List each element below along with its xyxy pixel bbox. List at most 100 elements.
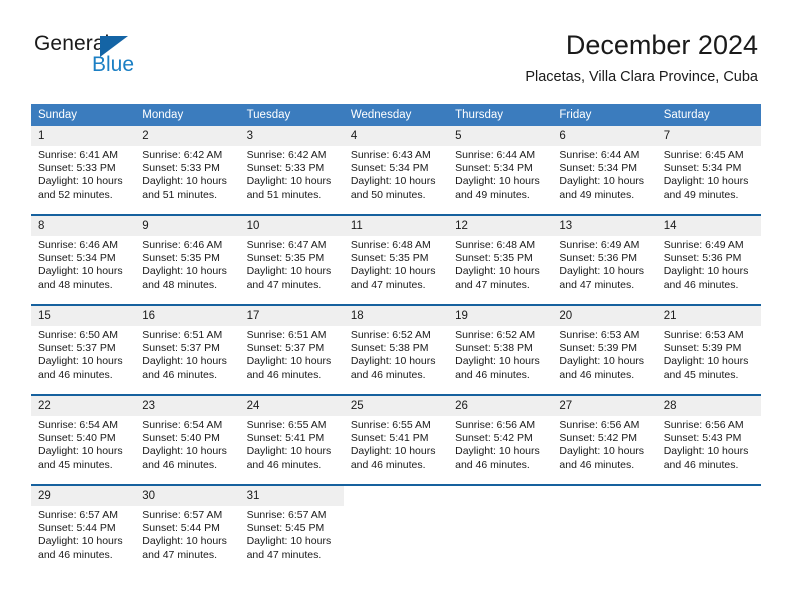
- day-number: 26: [448, 396, 553, 416]
- daylight-duration-line1: Daylight: 10 hours: [455, 355, 540, 368]
- calendar-week-row: 15 Sunrise: 6:50 AM Sunset: 5:37 PM Dayligh…: [31, 304, 761, 395]
- calendar-day-cell[interactable]: 5 Sunrise: 6:44 AM Sunset: 5:34 PM Daylight…: [448, 126, 553, 215]
- calendar-day-cell[interactable]: 2 Sunrise: 6:42 AM Sunset: 5:33 PM Daylight…: [135, 126, 240, 215]
- day-number: 14: [656, 216, 761, 236]
- day-details: Sunrise: 6:51 AM Sunset: 5:37 PM Daylight:…: [135, 326, 239, 382]
- calendar-day-cell[interactable]: 29 Sunrise: 6:57 AM Sunset: 5:44 PM Dayligh…: [31, 484, 136, 574]
- day-details: Sunrise: 6:51 AM Sunset: 5:37 PM Daylight:…: [240, 326, 344, 382]
- day-number: 13: [552, 216, 657, 236]
- calendar-day-cell[interactable]: 9 Sunrise: 6:46 AM Sunset: 5:35 PM Daylight…: [135, 214, 240, 305]
- calendar-day-cell[interactable]: 23 Sunrise: 6:54 AM Sunset: 5:40 PM Dayligh…: [135, 394, 240, 485]
- daylight-duration-line2: and 47 minutes.: [455, 278, 530, 291]
- daylight-duration-line1: Daylight: 10 hours: [559, 445, 645, 458]
- sunrise-time: Sunrise: 6:54 AM: [142, 419, 223, 431]
- calendar-day-cell[interactable]: 3 Sunrise: 6:42 AM Sunset: 5:33 PM Daylight…: [239, 126, 344, 215]
- day-cell-content: 18 Sunrise: 6:52 AM Sunset: 5:38 PM Dayligh…: [343, 306, 449, 394]
- calendar-day-cell[interactable]: 18 Sunrise: 6:52 AM Sunset: 5:38 PM Dayligh…: [343, 304, 449, 395]
- sunrise-time: Sunrise: 6:57 AM: [142, 509, 223, 521]
- general-blue-logo[interactable]: General Blue: [34, 33, 214, 83]
- day-number: 23: [135, 396, 240, 416]
- day-details: Sunrise: 6:48 AM Sunset: 5:35 PM Daylight:…: [448, 236, 552, 292]
- sunset-time: Sunset: 5:37 PM: [246, 342, 325, 355]
- weekday-header-row: Sunday Monday Tuesday Wednesday Thursday…: [31, 104, 761, 126]
- sunrise-time: Sunrise: 6:48 AM: [350, 239, 431, 251]
- calendar-day-cell[interactable]: 6 Sunrise: 6:44 AM Sunset: 5:34 PM Daylight…: [552, 126, 657, 215]
- sunset-time: Sunset: 5:39 PM: [663, 342, 742, 355]
- day-details: Sunrise: 6:42 AM Sunset: 5:33 PM Daylight:…: [135, 146, 239, 202]
- calendar-day-cell[interactable]: 31 Sunrise: 6:57 AM Sunset: 5:45 PM Dayligh…: [239, 484, 344, 574]
- sunset-time: Sunset: 5:44 PM: [142, 522, 220, 535]
- daylight-duration-line1: Daylight: 10 hours: [455, 175, 540, 188]
- day-number: 3: [239, 126, 344, 146]
- calendar-day-cell[interactable]: 26 Sunrise: 6:56 AM Sunset: 5:42 PM Dayligh…: [448, 394, 553, 485]
- day-cell-content: 2 Sunrise: 6:42 AM Sunset: 5:33 PM Daylight…: [135, 126, 240, 214]
- calendar-day-cell[interactable]: 4 Sunrise: 6:43 AM Sunset: 5:34 PM Daylight…: [343, 126, 449, 215]
- sunset-time: Sunset: 5:41 PM: [350, 432, 429, 445]
- calendar-day-cell[interactable]: 12 Sunrise: 6:48 AM Sunset: 5:35 PM Dayligh…: [448, 214, 553, 305]
- calendar-day-cell[interactable]: [448, 484, 553, 574]
- calendar-day-cell[interactable]: 10 Sunrise: 6:47 AM Sunset: 5:35 PM Dayligh…: [239, 214, 344, 305]
- calendar-day-cell[interactable]: 16 Sunrise: 6:51 AM Sunset: 5:37 PM Dayligh…: [135, 304, 240, 395]
- calendar-day-cell[interactable]: 15 Sunrise: 6:50 AM Sunset: 5:37 PM Dayligh…: [31, 304, 136, 395]
- calendar-week-row: 1 Sunrise: 6:41 AM Sunset: 5:33 PM Daylight…: [31, 126, 761, 215]
- day-details: Sunrise: 6:55 AM Sunset: 5:41 PM Daylight:…: [344, 416, 448, 472]
- daylight-duration-line2: and 46 minutes.: [38, 368, 113, 381]
- sunset-time: Sunset: 5:44 PM: [38, 522, 116, 535]
- day-details: Sunrise: 6:52 AM Sunset: 5:38 PM Daylight:…: [344, 326, 448, 382]
- daylight-duration-line2: and 45 minutes.: [38, 458, 113, 471]
- day-number: 4: [343, 126, 449, 146]
- daylight-duration-line2: and 46 minutes.: [455, 368, 530, 381]
- day-cell-content: 27 Sunrise: 6:56 AM Sunset: 5:42 PM Dayligh…: [552, 396, 657, 484]
- day-number: 16: [135, 306, 240, 326]
- weekday-header-thursday: Thursday: [448, 104, 553, 126]
- day-details: Sunrise: 6:46 AM Sunset: 5:34 PM Daylight:…: [31, 236, 135, 292]
- daylight-duration-line2: and 46 minutes.: [142, 458, 217, 471]
- calendar-day-cell[interactable]: 14 Sunrise: 6:49 AM Sunset: 5:36 PM Dayligh…: [656, 214, 761, 305]
- sunset-time: Sunset: 5:35 PM: [455, 252, 533, 265]
- daylight-duration-line2: and 47 minutes.: [246, 548, 322, 561]
- calendar-day-cell[interactable]: [343, 484, 449, 574]
- day-number: 27: [552, 396, 657, 416]
- calendar-day-cell[interactable]: 11 Sunrise: 6:48 AM Sunset: 5:35 PM Dayligh…: [343, 214, 449, 305]
- weekday-header-friday: Friday: [552, 104, 657, 126]
- day-number: 29: [31, 486, 136, 506]
- day-cell-content: 16 Sunrise: 6:51 AM Sunset: 5:37 PM Dayligh…: [135, 306, 240, 394]
- calendar-day-cell[interactable]: 20 Sunrise: 6:53 AM Sunset: 5:39 PM Dayligh…: [552, 304, 657, 395]
- day-details: Sunrise: 6:56 AM Sunset: 5:43 PM Daylight:…: [657, 416, 761, 472]
- calendar-day-cell[interactable]: 8 Sunrise: 6:46 AM Sunset: 5:34 PM Daylight…: [31, 214, 136, 305]
- calendar-day-cell[interactable]: [656, 484, 761, 574]
- calendar-day-cell[interactable]: 13 Sunrise: 6:49 AM Sunset: 5:36 PM Dayligh…: [552, 214, 657, 305]
- day-cell-content: 26 Sunrise: 6:56 AM Sunset: 5:42 PM Dayligh…: [448, 396, 553, 484]
- day-cell-content: 7 Sunrise: 6:45 AM Sunset: 5:34 PM Daylight…: [656, 126, 761, 214]
- daylight-duration-line2: and 46 minutes.: [559, 458, 635, 471]
- day-cell-content: 28 Sunrise: 6:56 AM Sunset: 5:43 PM Dayligh…: [656, 396, 761, 484]
- day-cell-content: 31 Sunrise: 6:57 AM Sunset: 5:45 PM Dayligh…: [239, 486, 344, 574]
- sunrise-time: Sunrise: 6:44 AM: [559, 149, 640, 161]
- day-cell-content: 21 Sunrise: 6:53 AM Sunset: 5:39 PM Dayligh…: [656, 306, 761, 394]
- calendar-day-cell[interactable]: [552, 484, 657, 574]
- calendar-day-cell[interactable]: 19 Sunrise: 6:52 AM Sunset: 5:38 PM Dayligh…: [448, 304, 553, 395]
- calendar-day-cell[interactable]: 7 Sunrise: 6:45 AM Sunset: 5:34 PM Daylight…: [656, 126, 761, 215]
- day-number: [552, 486, 656, 506]
- daylight-duration-line1: Daylight: 10 hours: [246, 175, 332, 188]
- day-details: Sunrise: 6:57 AM Sunset: 5:45 PM Daylight:…: [240, 506, 344, 562]
- daylight-duration-line1: Daylight: 10 hours: [350, 175, 436, 188]
- calendar-day-cell[interactable]: 28 Sunrise: 6:56 AM Sunset: 5:43 PM Dayligh…: [656, 394, 761, 485]
- daylight-duration-line1: Daylight: 10 hours: [350, 265, 436, 278]
- day-details: Sunrise: 6:46 AM Sunset: 5:35 PM Daylight:…: [135, 236, 239, 292]
- calendar-day-cell[interactable]: 30 Sunrise: 6:57 AM Sunset: 5:44 PM Dayligh…: [135, 484, 240, 574]
- day-number: [448, 486, 552, 506]
- calendar-day-cell[interactable]: 1 Sunrise: 6:41 AM Sunset: 5:33 PM Daylight…: [31, 126, 136, 215]
- calendar-day-cell[interactable]: 22 Sunrise: 6:54 AM Sunset: 5:40 PM Dayligh…: [31, 394, 136, 485]
- day-number: 5: [448, 126, 553, 146]
- calendar-day-cell[interactable]: 27 Sunrise: 6:56 AM Sunset: 5:42 PM Dayligh…: [552, 394, 657, 485]
- sunset-time: Sunset: 5:34 PM: [38, 252, 116, 265]
- day-number: 12: [448, 216, 553, 236]
- calendar-week-row: 29 Sunrise: 6:57 AM Sunset: 5:44 PM Dayligh…: [31, 484, 761, 574]
- calendar-day-cell[interactable]: 25 Sunrise: 6:55 AM Sunset: 5:41 PM Dayligh…: [343, 394, 449, 485]
- calendar-day-cell[interactable]: 17 Sunrise: 6:51 AM Sunset: 5:37 PM Dayligh…: [239, 304, 344, 395]
- daylight-duration-line2: and 49 minutes.: [455, 188, 530, 201]
- sunset-time: Sunset: 5:40 PM: [142, 432, 220, 445]
- calendar-day-cell[interactable]: 24 Sunrise: 6:55 AM Sunset: 5:41 PM Dayligh…: [239, 394, 344, 485]
- calendar-day-cell[interactable]: 21 Sunrise: 6:53 AM Sunset: 5:39 PM Dayligh…: [656, 304, 761, 395]
